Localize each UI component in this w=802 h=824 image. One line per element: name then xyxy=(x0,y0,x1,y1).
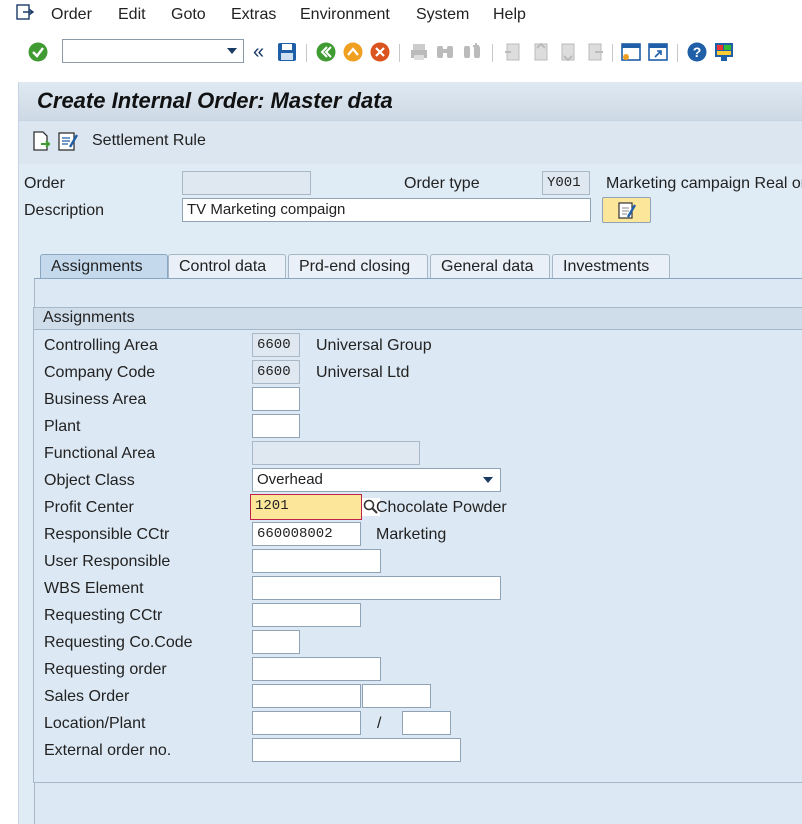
external-order-label: External order no. xyxy=(44,742,172,759)
wbs-element-field[interactable] xyxy=(252,576,501,600)
description-label: Description xyxy=(24,202,105,219)
responsible-cctr-label: Responsible CCtr xyxy=(44,526,170,543)
user-responsible-field[interactable] xyxy=(252,549,381,573)
chevron-down-icon[interactable] xyxy=(227,48,237,54)
responsible-cctr-field[interactable]: 660008002 xyxy=(252,522,361,546)
tab-investments[interactable]: Investments xyxy=(552,254,670,279)
responsible-cctr-text: Marketing xyxy=(376,526,447,543)
menu-order[interactable]: Order xyxy=(51,6,92,24)
functional-area-label: Functional Area xyxy=(44,445,156,462)
tab-assignments[interactable]: Assignments xyxy=(40,254,168,279)
command-field[interactable] xyxy=(62,39,244,63)
location-plant-field[interactable] xyxy=(402,711,451,735)
requesting-order-label: Requesting order xyxy=(44,661,167,678)
sales-order-field[interactable] xyxy=(252,684,361,708)
help-icon[interactable]: ? xyxy=(686,41,708,63)
menu-goto[interactable]: Goto xyxy=(171,6,206,24)
cancel-icon[interactable] xyxy=(369,41,391,63)
sales-order-label: Sales Order xyxy=(44,688,130,705)
exit-menu-icon[interactable] xyxy=(16,4,34,20)
controlling-area-field: 6600 xyxy=(252,333,300,357)
menu-extras[interactable]: Extras xyxy=(231,6,276,24)
toolbar-separator xyxy=(677,44,678,62)
order-type-text: Marketing campaign Real or xyxy=(606,175,802,192)
menu-help[interactable]: Help xyxy=(493,6,526,24)
order-type-label: Order type xyxy=(404,175,480,192)
standard-toolbar: « ? xyxy=(0,32,802,74)
business-area-label: Business Area xyxy=(44,391,147,408)
toolbar-separator xyxy=(492,44,493,62)
create-shortcut-icon[interactable] xyxy=(647,41,669,63)
enter-check-icon[interactable] xyxy=(27,41,49,63)
wbs-element-label: WBS Element xyxy=(44,580,144,597)
requesting-cocode-label: Requesting Co.Code xyxy=(44,634,193,651)
sales-order-item-field[interactable] xyxy=(362,684,431,708)
chevron-down-icon[interactable] xyxy=(483,477,493,483)
assignments-group-title: Assignments xyxy=(34,308,802,330)
customize-layout-icon[interactable] xyxy=(713,41,735,63)
plant-field[interactable] xyxy=(252,414,300,438)
requesting-order-field[interactable] xyxy=(252,657,381,681)
company-code-field: 6600 xyxy=(252,360,300,384)
location-field[interactable] xyxy=(252,711,361,735)
description-field[interactable]: TV Marketing compaign xyxy=(182,198,591,222)
object-class-value: Overhead xyxy=(257,471,323,488)
profit-center-field[interactable]: 1201 xyxy=(250,494,362,520)
application-toolbar: Settlement Rule xyxy=(19,120,802,164)
location-separator: / xyxy=(377,715,382,732)
requesting-cctr-label: Requesting CCtr xyxy=(44,607,163,624)
exit-icon[interactable] xyxy=(342,41,364,63)
business-area-field[interactable] xyxy=(252,387,300,411)
object-class-label: Object Class xyxy=(44,472,135,489)
controlling-area-text: Universal Group xyxy=(316,337,432,354)
toolbar-separator xyxy=(399,44,400,62)
user-responsible-label: User Responsible xyxy=(44,553,171,570)
collapse-double-chevron-icon[interactable]: « xyxy=(253,41,264,64)
order-field xyxy=(182,171,311,195)
menu-bar: Order Edit Goto Extras Environment Syste… xyxy=(0,0,802,32)
change-document-icon[interactable] xyxy=(57,130,79,152)
long-text-button[interactable] xyxy=(602,197,651,223)
svg-text:?: ? xyxy=(693,44,702,60)
toolbar-separator xyxy=(612,44,613,62)
profit-center-text: Chocolate Powder xyxy=(376,499,507,516)
create-session-icon[interactable] xyxy=(620,41,642,63)
requesting-cctr-field[interactable] xyxy=(252,603,361,627)
find-next-icon[interactable] xyxy=(461,41,483,63)
order-type-field: Y001 xyxy=(542,171,590,195)
toolbar-separator xyxy=(306,44,307,62)
tab-prd-end-closing[interactable]: Prd-end closing xyxy=(288,254,428,279)
company-code-text: Universal Ltd xyxy=(316,364,410,381)
menu-edit[interactable]: Edit xyxy=(118,6,146,24)
first-page-icon[interactable] xyxy=(501,41,523,63)
requesting-cocode-field[interactable] xyxy=(252,630,300,654)
menu-environment[interactable]: Environment xyxy=(300,6,390,24)
order-label: Order xyxy=(24,175,65,192)
edit-text-icon xyxy=(618,202,637,219)
controlling-area-label: Controlling Area xyxy=(44,337,158,354)
previous-page-icon[interactable] xyxy=(529,41,551,63)
page-title: Create Internal Order: Master data xyxy=(37,88,393,113)
location-plant-label: Location/Plant xyxy=(44,715,146,732)
settlement-rule-button[interactable]: Settlement Rule xyxy=(92,132,206,150)
profit-center-label: Profit Center xyxy=(44,499,134,516)
object-class-dropdown[interactable]: Overhead xyxy=(252,468,501,492)
back-icon[interactable] xyxy=(315,41,337,63)
find-icon[interactable] xyxy=(434,41,456,63)
print-icon[interactable] xyxy=(408,41,430,63)
tab-control-data[interactable]: Control data xyxy=(168,254,286,279)
menu-system[interactable]: System xyxy=(416,6,469,24)
next-page-icon[interactable] xyxy=(556,41,578,63)
title-bar: Create Internal Order: Master data xyxy=(19,82,802,120)
last-page-icon[interactable] xyxy=(583,41,605,63)
application-area: Create Internal Order: Master data Settl… xyxy=(18,82,802,824)
company-code-label: Company Code xyxy=(44,364,156,381)
external-order-field[interactable] xyxy=(252,738,461,762)
save-icon[interactable] xyxy=(276,41,298,63)
new-document-icon[interactable] xyxy=(31,130,51,152)
functional-area-field xyxy=(252,441,420,465)
plant-label: Plant xyxy=(44,418,81,435)
tab-general-data[interactable]: General data xyxy=(430,254,550,279)
